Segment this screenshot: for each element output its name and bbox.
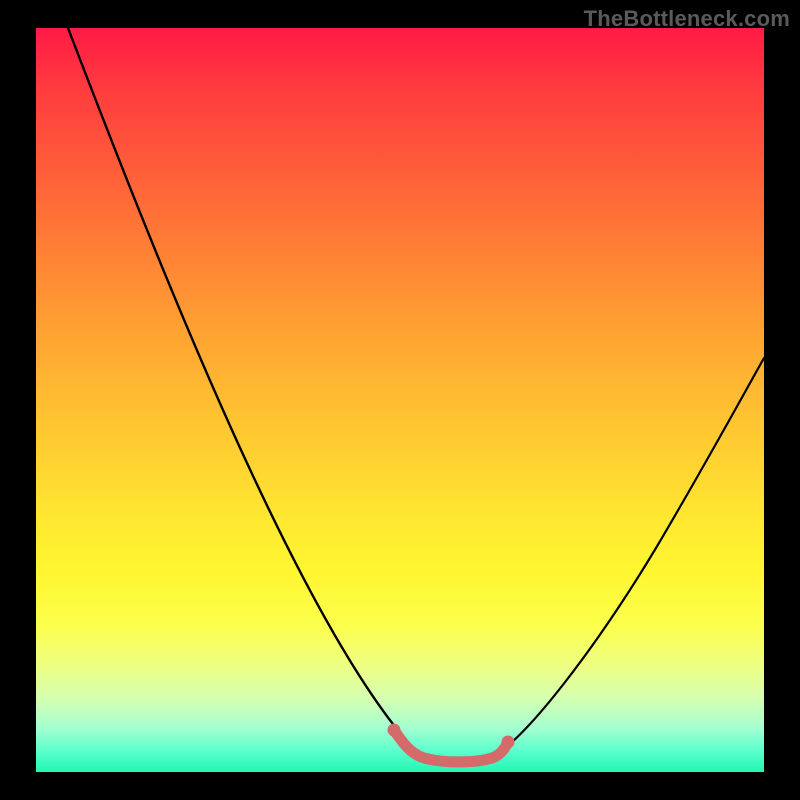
bottleneck-curve-left [68, 28, 426, 756]
bottleneck-curve-right [496, 358, 764, 754]
chart-frame: TheBottleneck.com [0, 0, 800, 800]
highlight-dot-left [388, 724, 401, 737]
plot-area [36, 28, 764, 772]
highlight-segment [394, 730, 508, 762]
curve-layer [36, 28, 764, 772]
highlight-dot-right [502, 736, 515, 749]
